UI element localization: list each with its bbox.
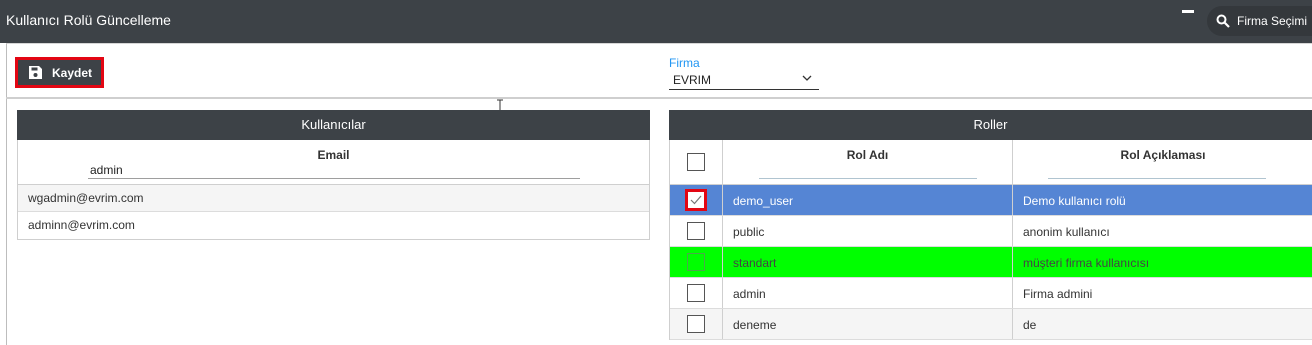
roles-table-header: Rol Adı Rol Açıklaması	[670, 140, 1312, 185]
role-name: standart	[733, 256, 777, 270]
row-checkbox[interactable]	[687, 284, 705, 302]
checkmark-icon	[690, 195, 702, 205]
table-row[interactable]: deneme de	[670, 309, 1312, 340]
roles-panel: Roller Rol Adı Rol Açıklaması demo_user …	[669, 110, 1312, 340]
save-button[interactable]: Kaydet	[15, 57, 104, 88]
role-name: public	[733, 225, 765, 239]
role-description-header: Rol Açıklaması	[1013, 140, 1312, 184]
search-icon	[1216, 14, 1230, 28]
role-name: demo_user	[733, 194, 794, 208]
table-row[interactable]: demo_user Demo kullanıcı rolü	[670, 185, 1312, 216]
table-row[interactable]: public anonim kullanıcı	[670, 216, 1312, 247]
toolbar-divider	[6, 97, 1312, 99]
save-button-label: Kaydet	[52, 66, 93, 80]
role-description: müşteri firma kullanıcısı	[1023, 256, 1150, 270]
users-table: Email wgadmin@evrim.com adminn@evrim.com	[17, 140, 650, 240]
role-name-header-label: Rol Adı	[846, 148, 889, 162]
minimize-icon[interactable]	[1182, 10, 1194, 13]
firma-select[interactable]: EVRIM	[669, 71, 819, 90]
table-row[interactable]: adminn@evrim.com	[18, 212, 649, 239]
roles-table: Rol Adı Rol Açıklaması demo_user Demo ku…	[669, 140, 1312, 340]
table-row[interactable]: wgadmin@evrim.com	[18, 185, 649, 212]
firma-field-label: Firma	[669, 56, 700, 70]
users-panel: Kullanıcılar Email wgadmin@evrim.com adm…	[17, 110, 650, 240]
save-icon	[29, 66, 42, 79]
roles-panel-title: Roller	[669, 110, 1312, 140]
email-filter-input[interactable]	[88, 161, 580, 179]
email-header-label: Email	[317, 148, 350, 162]
role-description-header-label: Rol Açıklaması	[1120, 148, 1206, 162]
role-name-filter[interactable]	[759, 178, 977, 179]
firma-secimi-button[interactable]: Firma Seçimi	[1207, 6, 1312, 36]
table-row[interactable]: standart müşteri firma kullanıcısı	[670, 247, 1312, 278]
select-all-checkbox[interactable]	[687, 153, 705, 171]
role-name: admin	[733, 287, 766, 301]
firma-select-value: EVRIM	[673, 73, 712, 87]
users-panel-title: Kullanıcılar	[17, 110, 650, 140]
role-name-header: Rol Adı	[723, 140, 1013, 184]
role-name: deneme	[733, 318, 777, 332]
role-description: de	[1023, 318, 1037, 332]
title-bar: Kullanıcı Rolü Güncelleme Firma Seçimi	[0, 0, 1312, 43]
table-row[interactable]: admin Firma admini	[670, 278, 1312, 309]
firma-secimi-label: Firma Seçimi	[1237, 14, 1308, 28]
row-checkbox[interactable]	[685, 189, 707, 211]
row-checkbox[interactable]	[687, 253, 705, 271]
role-description: Demo kullanıcı rolü	[1023, 194, 1126, 208]
row-checkbox[interactable]	[687, 315, 705, 333]
email-column-header: Email	[18, 140, 649, 185]
role-description: anonim kullanıcı	[1023, 225, 1110, 239]
select-all-cell	[670, 140, 723, 184]
row-checkbox[interactable]	[687, 222, 705, 240]
chevron-down-icon	[802, 75, 812, 81]
role-description: Firma admini	[1023, 287, 1093, 301]
role-description-filter[interactable]	[1048, 178, 1266, 179]
page-title: Kullanıcı Rolü Güncelleme	[6, 12, 171, 28]
